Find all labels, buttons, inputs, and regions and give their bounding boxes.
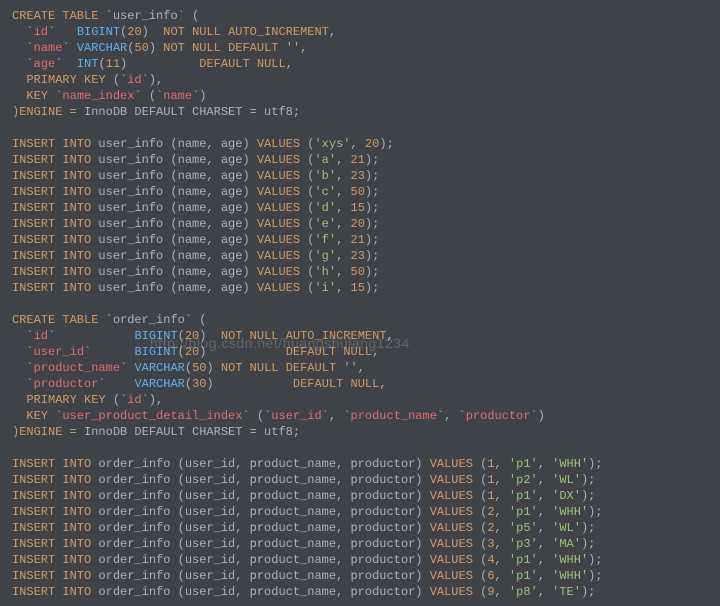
sql-code-block: CREATE TABLE `user_info` ( `id` BIGINT(2… [0, 0, 720, 606]
column-name: id [34, 25, 48, 39]
keyword: CREATE TABLE [12, 9, 98, 23]
order-inserts: INSERT INTO order_info (user_id, product… [12, 457, 603, 599]
table-name: user_info [113, 9, 178, 23]
user-inserts: INSERT INTO user_info (name, age) VALUES… [12, 137, 394, 295]
table-name: order_info [113, 313, 185, 327]
column-name: age [34, 57, 56, 71]
column-name: name [34, 41, 63, 55]
